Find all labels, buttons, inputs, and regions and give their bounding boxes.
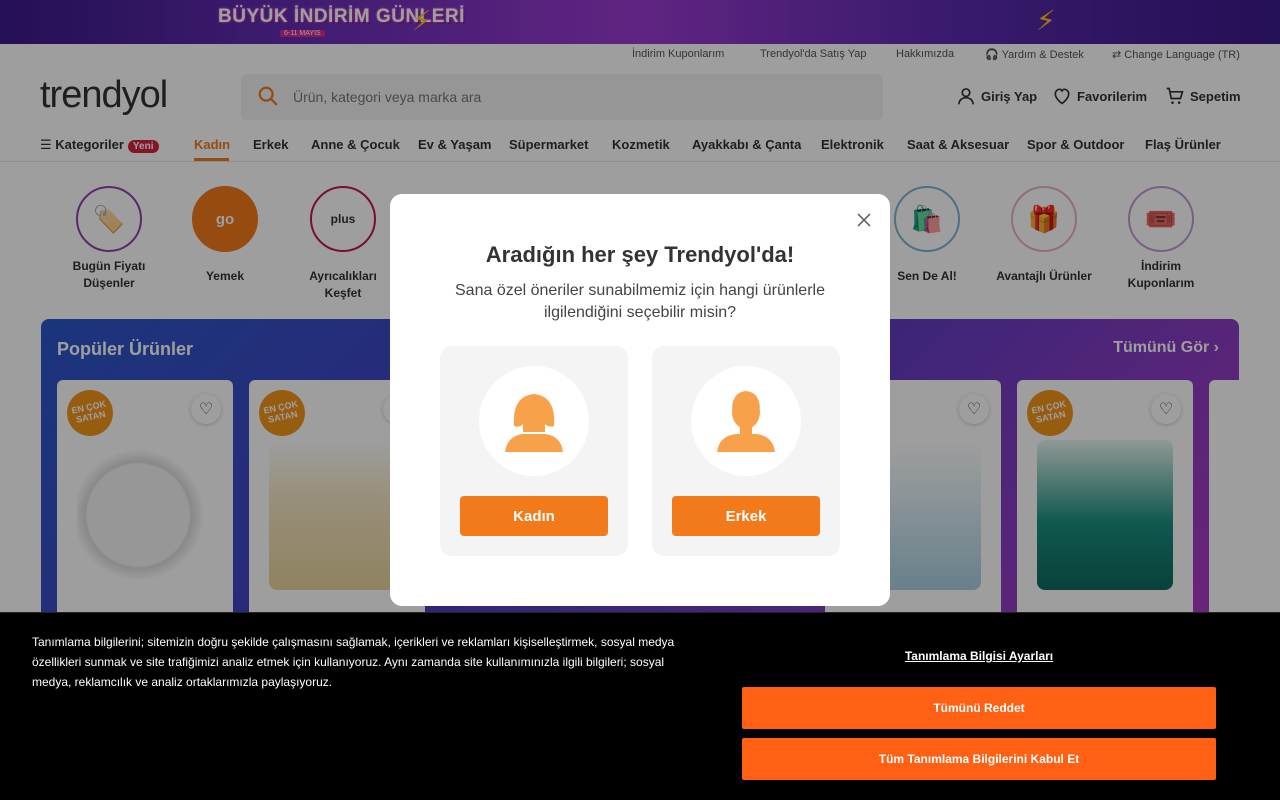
male-button[interactable]: Erkek [672, 496, 820, 536]
modal-title: Aradığın her şey Trendyol'da! [485, 242, 795, 267]
cookie-banner: Tanımlama bilgilerini; sitemizin doğru ş… [0, 612, 1280, 800]
male-avatar-icon [691, 366, 801, 476]
cookie-settings-link[interactable]: Tanımlama Bilgisi Ayarları [742, 649, 1216, 663]
reject-all-button[interactable]: Tümünü Reddet [742, 687, 1216, 729]
female-button[interactable]: Kadın [460, 496, 608, 536]
accept-all-button[interactable]: Tüm Tanımlama Bilgilerini Kabul Et [742, 738, 1216, 780]
close-icon[interactable] [856, 212, 872, 228]
gender-selection-modal: Aradığın her şey Trendyol'da! Sana özel … [390, 194, 890, 606]
modal-subtitle: Sana özel öneriler sunabilmemiz için han… [455, 282, 825, 321]
cookie-text: Tanımlama bilgilerini; sitemizin doğru ş… [32, 635, 675, 689]
female-choice-card[interactable]: Kadın [440, 346, 628, 556]
female-avatar-icon [479, 366, 589, 476]
male-choice-card[interactable]: Erkek [652, 346, 840, 556]
